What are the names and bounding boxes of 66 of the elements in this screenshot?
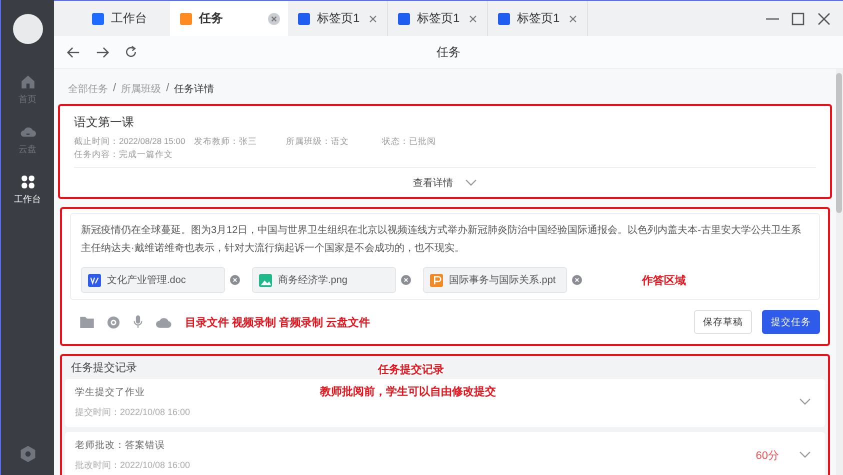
task-content: 任务内容：完成一篇作文 xyxy=(74,148,174,161)
chevron-down-icon xyxy=(799,451,811,459)
page-title: 任务 xyxy=(436,44,460,60)
refresh-icon xyxy=(124,45,138,59)
task-meta: 发布教师：张三 xyxy=(194,135,258,148)
document-icon xyxy=(88,274,101,286)
breadcrumb-separator: / xyxy=(166,82,170,96)
annotation-label: 作答区域 xyxy=(642,274,686,288)
records-title: 任务提交记录 xyxy=(70,360,138,376)
home-icon xyxy=(20,74,36,90)
record-time: 批改时间：2022/10/08 16:00 xyxy=(75,459,192,472)
slides-icon xyxy=(430,274,443,286)
close-icon xyxy=(567,12,579,24)
task-meta: 状态：已批阅 xyxy=(382,135,437,148)
view-details-button[interactable]: 查看详情 xyxy=(74,167,816,197)
close-icon xyxy=(367,12,379,24)
avatar[interactable] xyxy=(12,14,42,44)
annotation-label: 任务提交记录 xyxy=(378,362,444,377)
score-label: 60分 xyxy=(756,448,779,462)
image-icon xyxy=(259,274,272,286)
microphone-icon xyxy=(133,315,143,329)
app-icon xyxy=(398,12,410,24)
close-icon xyxy=(268,12,280,24)
remove-icon xyxy=(401,275,411,285)
tab[interactable]: 工作台 xyxy=(82,1,170,36)
file-chip[interactable]: 商务经济学.png xyxy=(252,267,396,293)
sidebar-item[interactable]: 工作台 xyxy=(14,174,41,206)
grid-icon xyxy=(20,174,36,190)
annotation-label: 目录文件 视频录制 音频录制 云盘文件 xyxy=(185,316,370,330)
submit-button[interactable]: 提交任务 xyxy=(762,310,820,334)
record-card[interactable]: 老师批改：答案错误 批改时间：2022/10/08 16:00 60分 xyxy=(65,432,825,475)
minimize-icon xyxy=(766,18,779,20)
folder-icon xyxy=(80,316,94,328)
task-title: 语文第一课 xyxy=(74,114,135,131)
back-icon xyxy=(66,44,81,60)
forward-icon xyxy=(95,44,110,60)
task-meta: 所属班级：语文 xyxy=(286,135,350,148)
app-icon xyxy=(92,12,104,24)
view-details-label: 查看详情 xyxy=(413,176,453,190)
breadcrumb-item: 任务详情 xyxy=(174,82,214,96)
close-icon xyxy=(467,12,479,24)
cloud-icon xyxy=(156,316,172,328)
chevron-down-icon xyxy=(465,178,477,186)
task-meta: 截止时间：2022/08/28 15:00 xyxy=(74,135,186,148)
app-icon xyxy=(180,12,192,24)
maximize-icon xyxy=(791,12,805,26)
breadcrumb-separator: / xyxy=(113,82,116,96)
app-icon xyxy=(498,12,510,24)
record-title: 老师批改：答案错误 xyxy=(75,439,165,453)
record-title: 学生提交了作业 xyxy=(75,386,145,400)
remove-icon xyxy=(572,275,582,285)
save-draft-button[interactable]: 保存草稿 xyxy=(694,310,752,334)
record-time: 提交时间：2022/10/08 16:00 xyxy=(75,406,192,419)
tab[interactable]: 任务 xyxy=(170,1,288,36)
settings-icon xyxy=(18,445,36,463)
file-chip[interactable]: 文化产业管理.doc xyxy=(81,267,225,293)
app-icon xyxy=(298,12,310,24)
camera-icon xyxy=(107,316,120,328)
chevron-down-icon xyxy=(799,398,811,406)
annotation-label: 教师批阅前，学生可以自由修改提交 xyxy=(320,384,496,399)
file-chip[interactable]: 国际事务与国际关系.ppt xyxy=(423,267,567,293)
remove-icon xyxy=(230,275,240,285)
answer-box[interactable]: 新冠疫情仍在全球蔓延。图为3月12日，中国与世界卫生组织在北京以视频连线方式举办新冠肺炎防治中国经验国际通报会。以色列内盖夫本-古里安大学公共卫生系主任纳达夫·戴维诺维奇也表示，针对大流行病起诉一个国家是不会成功的，也不现实。 文化产业管理.doc 商务经济学.png 国际事务与国际关系.ppt 作答区域 xyxy=(70,213,820,300)
answer-text: 新冠疫情仍在全球蔓延。图为3月12日，中国与世界卫生组织在北京以视频连线方式举办新冠肺炎防治中国经验国际通报会。以色列内盖夫本-古里安大学公共卫生系主任纳达夫·戴维诺维奇也表示，针对大流行病起诉一个国家是不会成功的，也不现实。 xyxy=(81,224,802,256)
scrollbar-thumb[interactable] xyxy=(836,73,842,213)
close-icon xyxy=(817,12,831,26)
